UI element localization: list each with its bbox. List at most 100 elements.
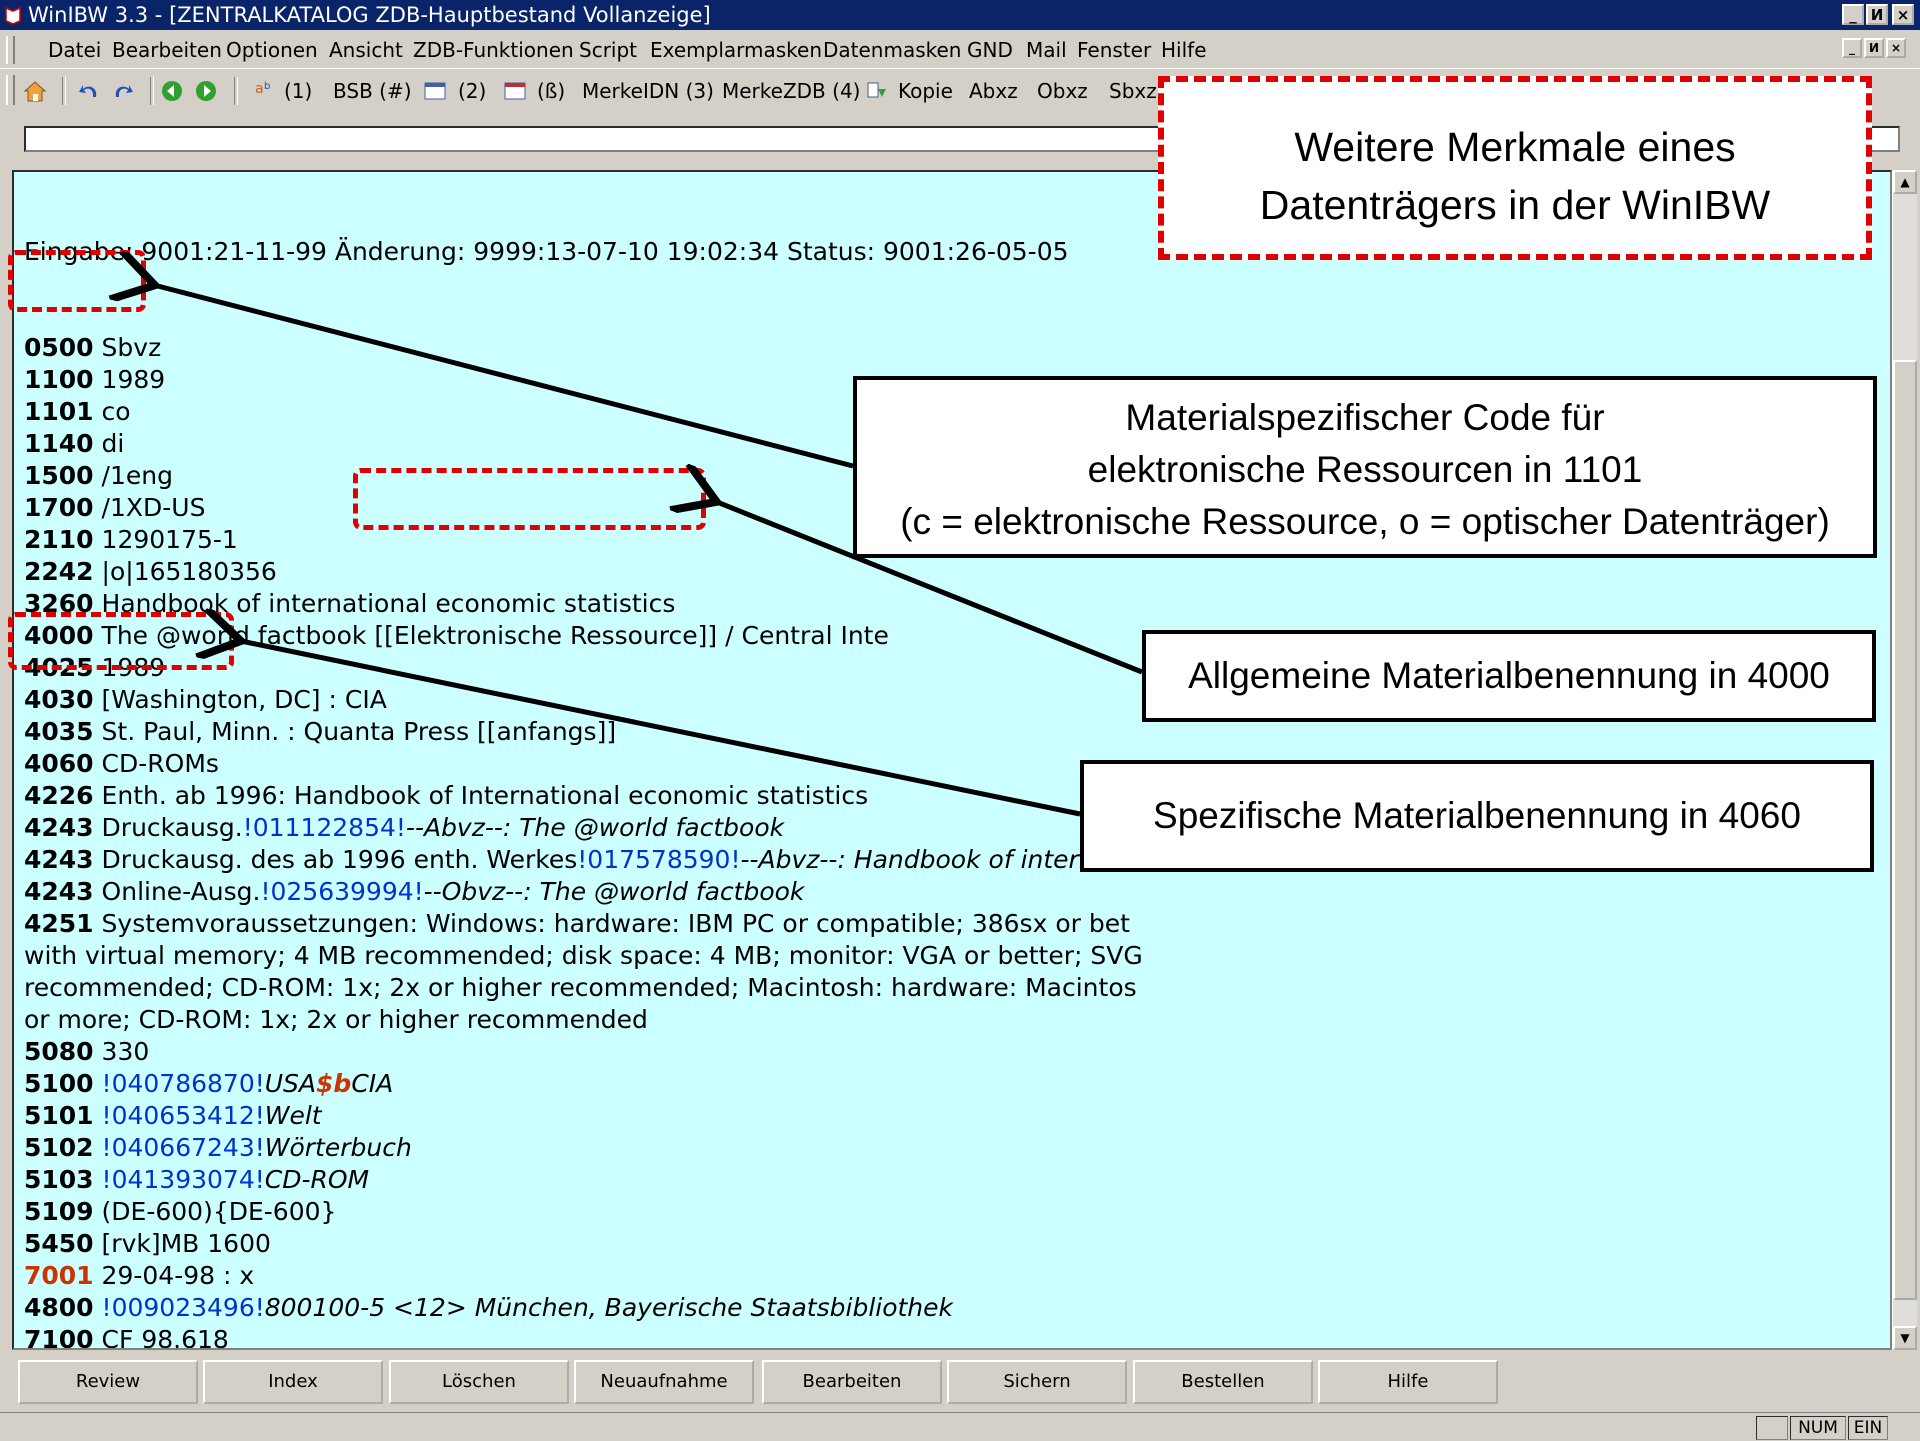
status-cell-empty: [1756, 1416, 1788, 1440]
field-text: Systemvoraussetzungen: Windows: hardware…: [101, 909, 1130, 938]
status-bar: NUM EIN: [0, 1412, 1920, 1441]
record-line: 7100 CF 98.618: [24, 1324, 1428, 1350]
toolbar-button-sbxz[interactable]: Sbxz: [1109, 69, 1157, 113]
record-line: 5080 330: [24, 1036, 1428, 1068]
field-code: 1500: [24, 461, 94, 490]
field-link[interactable]: !017578590!: [577, 845, 740, 874]
field-link[interactable]: !041393074!: [102, 1165, 265, 1194]
field-code: 4035: [24, 717, 94, 746]
toolbar-button-1[interactable]: (1): [284, 69, 312, 113]
menu-optionen[interactable]: Optionen: [226, 32, 318, 68]
field-code: 7100: [24, 1325, 94, 1350]
field-code: 1100: [24, 365, 94, 394]
home-icon[interactable]: [22, 79, 48, 103]
field-text: Online-Ausg.: [101, 877, 261, 906]
record-line: 2242 |o|165180356: [24, 556, 1428, 588]
toolbar-button-abxz[interactable]: Abxz: [969, 69, 1018, 113]
field-code: 5101: [24, 1101, 94, 1130]
sichern-button[interactable]: Sichern: [947, 1360, 1127, 1404]
field-code: 4243: [24, 845, 94, 874]
menu-exemplarmasken[interactable]: Exemplarmasken: [650, 32, 822, 68]
scroll-thumb[interactable]: [1893, 360, 1917, 1300]
field-link[interactable]: !040653412!: [102, 1101, 265, 1130]
copy-icon: [867, 82, 886, 98]
field-code: 0500: [24, 333, 94, 362]
field-code: 1700: [24, 493, 94, 522]
highlight-1101: [8, 250, 146, 312]
loeschen-button[interactable]: Löschen: [389, 1360, 569, 1404]
maximize-button[interactable]: И: [1866, 4, 1888, 25]
redo-icon[interactable]: [110, 79, 136, 103]
field-text: St. Paul, Minn. : Quanta Press [[anfangs…: [101, 717, 617, 746]
callout-4060: Spezifische Materialbenennung in 4060: [1080, 760, 1874, 872]
menu-gnd[interactable]: GND: [967, 32, 1013, 68]
svg-text:b: b: [264, 81, 270, 92]
toolbar-button-kopie[interactable]: Kopie: [898, 69, 953, 113]
menu-ansicht[interactable]: Ansicht: [329, 32, 403, 68]
bearbeiten-button[interactable]: Bearbeiten: [762, 1360, 942, 1404]
field-text: 330: [101, 1037, 150, 1066]
toolbar-button-merkeidn[interactable]: MerkeIDN (3): [582, 69, 714, 113]
field-link[interactable]: !040667243!: [102, 1133, 265, 1162]
menu-datenmasken[interactable]: Datenmasken: [823, 32, 962, 68]
mdi-restore-button[interactable]: И: [1864, 38, 1884, 58]
field-italic: --Abvz--: The @world factbook: [405, 813, 785, 842]
callout-1101-line2: elektronische Ressourcen in 1101: [1087, 449, 1643, 490]
toolbar-button-merkezdb[interactable]: MerkeZDB (4): [722, 69, 860, 113]
forward-icon[interactable]: [194, 79, 218, 103]
toolbar-button-sz[interactable]: (ß): [537, 69, 565, 113]
window-icon: [424, 82, 446, 100]
field-link[interactable]: !025639994!: [260, 877, 423, 906]
undo-icon[interactable]: [76, 79, 102, 103]
field-text: di: [101, 429, 125, 458]
field-text: Druckausg. des ab 1996 enth. Werkes: [101, 845, 578, 874]
menu-script[interactable]: Script: [579, 32, 637, 68]
field-link[interactable]: !009023496!: [102, 1293, 265, 1322]
record-line: 0500 Sbvz: [24, 332, 1428, 364]
field-code: 7001: [24, 1261, 94, 1290]
menu-hilfe[interactable]: Hilfe: [1161, 32, 1207, 68]
window-title: WinIBW 3.3 - [ZENTRALKATALOG ZDB-Hauptbe…: [28, 3, 711, 27]
index-button[interactable]: Index: [203, 1360, 383, 1404]
back-icon[interactable]: [160, 79, 184, 103]
record-line: 5109 (DE-600){DE-600}: [24, 1196, 1428, 1228]
menu-zdb-funktionen[interactable]: ZDB-Funktionen: [413, 32, 574, 68]
bestellen-button[interactable]: Bestellen: [1133, 1360, 1313, 1404]
toolbar-button-2[interactable]: (2): [458, 69, 486, 113]
menu-bearbeiten[interactable]: Bearbeiten: [112, 32, 222, 68]
vertical-scrollbar[interactable]: ▲ ▼: [1892, 170, 1917, 1350]
menu-mail[interactable]: Mail: [1026, 32, 1067, 68]
record-line: recommended; CD-ROM: 1x; 2x or higher re…: [24, 972, 1428, 1004]
record-line: 3260 Handbook of international economic …: [24, 588, 1428, 620]
menu-datei[interactable]: Datei: [48, 32, 101, 68]
callout-1101: Materialspezifischer Code für elektronis…: [853, 376, 1877, 558]
field-link[interactable]: !040786870!: [102, 1069, 265, 1098]
field-text: or more; CD-ROM: 1x; 2x or higher recomm…: [24, 1005, 648, 1034]
toolbar-separator: [234, 77, 238, 105]
minimize-button[interactable]: _: [1842, 4, 1864, 25]
neuaufnahme-button[interactable]: Neuaufnahme: [574, 1360, 754, 1404]
toolbar-separator: [150, 77, 154, 105]
toolbar-button-bsb[interactable]: BSB (#): [333, 69, 412, 113]
field-italic: CD-ROM: [264, 1165, 370, 1194]
field-text: Sbvz: [101, 333, 162, 362]
callout-4000-text: Allgemeine Materialbenennung in 4000: [1188, 655, 1830, 696]
toolbar-button-obxz[interactable]: Obxz: [1037, 69, 1088, 113]
field-link[interactable]: !011122854!: [243, 813, 406, 842]
scroll-up-icon[interactable]: ▲: [1893, 170, 1917, 194]
title-callout: Weitere Merkmale eines Datenträgers in d…: [1158, 76, 1872, 260]
hilfe-button[interactable]: Hilfe: [1318, 1360, 1498, 1404]
field-code: 4030: [24, 685, 94, 714]
field-text: CF 98.618: [101, 1325, 229, 1350]
field-text: [Washington, DC] : CIA: [101, 685, 387, 714]
scroll-down-icon[interactable]: ▼: [1893, 1326, 1917, 1350]
window-icon: [504, 82, 526, 100]
field-italic: USA: [264, 1069, 317, 1098]
field-text: 1989: [101, 365, 166, 394]
menu-fenster[interactable]: Fenster: [1077, 32, 1151, 68]
mdi-close-button[interactable]: ×: [1886, 38, 1906, 58]
mdi-minimize-button[interactable]: _: [1842, 38, 1862, 58]
close-button[interactable]: ×: [1892, 4, 1914, 25]
field-italic: Welt: [264, 1101, 322, 1130]
review-button[interactable]: Review: [18, 1360, 198, 1404]
